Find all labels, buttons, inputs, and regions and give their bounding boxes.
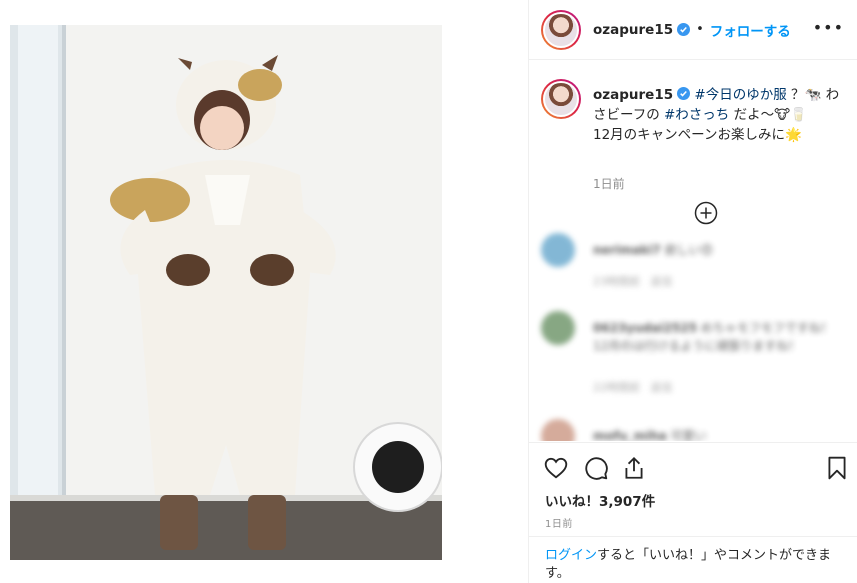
caption-text-part: だよ〜🐮🥛 [729, 107, 807, 123]
heart-icon[interactable] [543, 455, 569, 481]
verified-badge-icon [677, 87, 691, 100]
separator-dot: • [696, 22, 704, 37]
post-photo[interactable] [10, 25, 442, 560]
comment-meta: 23時間前 返信 [593, 275, 673, 288]
comment-avatar[interactable] [541, 233, 575, 267]
comment-avatar[interactable] [541, 311, 575, 345]
follow-button[interactable]: フォローする [710, 20, 791, 40]
verified-badge-icon [677, 23, 691, 36]
comment-icon[interactable] [583, 455, 609, 481]
photo-illustration [10, 25, 442, 560]
plus-circle-icon[interactable] [694, 201, 718, 225]
login-link[interactable]: ログイン [545, 548, 597, 563]
hashtag-link[interactable]: #わさっち [664, 107, 729, 123]
comments-section: ozapure15 #今日のゆか服 ？🐄 わさビーフの #わさっち だよ〜🐮🥛 … [529, 61, 857, 441]
comment-text: 0623yudai2525 めちゃモフモフですね！12月のは行けるように頑張りま… [593, 321, 833, 353]
caption-username[interactable]: ozapure15 [593, 87, 673, 103]
action-bar: いいね！3,907件 1日前 ログインすると「いいね！」やコメントができます。 [529, 442, 857, 582]
comment-meta: 22時間前 返信 [593, 381, 673, 394]
comment-text: mofu_miha 可愛い [593, 429, 707, 441]
caption-avatar[interactable] [541, 79, 581, 119]
comment-avatar[interactable] [541, 419, 575, 441]
like-count[interactable]: いいね！3,907件 [545, 490, 655, 510]
comment-text: nerimaki7 欲しい😍 [593, 243, 714, 257]
post-timestamp[interactable]: 1日前 [545, 515, 573, 530]
photo-pane [0, 0, 528, 583]
author-avatar[interactable] [541, 9, 581, 50]
caption-timestamp: 1日前 [593, 177, 625, 191]
hashtag-link[interactable]: #今日のゆか服 [694, 87, 786, 103]
more-options-button[interactable]: ••• [813, 20, 844, 36]
caption-line: 12月のキャンペーンお楽しみに🌟 [593, 127, 802, 143]
post-sidebar: ozapure15 • フォローする ••• ozapure15 #今日のゆか服… [528, 0, 857, 583]
bookmark-icon[interactable] [824, 455, 850, 481]
login-prompt: ログインすると「いいね！」やコメントができます。 [529, 536, 857, 583]
author-username[interactable]: ozapure15 [593, 22, 673, 38]
caption-text: ozapure15 #今日のゆか服 ？🐄 わさビーフの #わさっち だよ〜🐮🥛 … [593, 85, 846, 145]
post-header: ozapure15 • フォローする ••• [529, 0, 857, 60]
share-icon[interactable] [621, 455, 647, 481]
